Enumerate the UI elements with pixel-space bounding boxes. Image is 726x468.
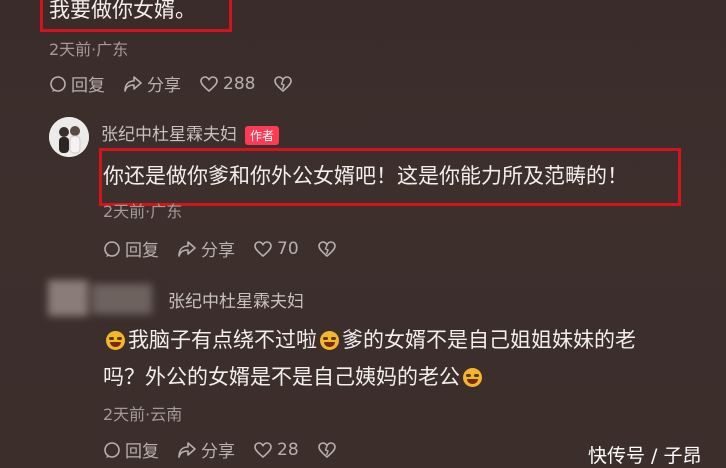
heart-icon	[254, 240, 272, 257]
watermark: 快传号 / 子昂	[588, 445, 702, 467]
like-count: 70	[277, 238, 299, 259]
share-arrow-icon	[178, 441, 196, 458]
comment-1-actions: 回复 分享 288	[49, 71, 315, 96]
reply-button[interactable]: 回复	[103, 236, 159, 261]
comment-2-actions: 回复 分享 70	[103, 236, 359, 261]
reply-bubble-icon	[50, 75, 66, 92]
reply-bubble-icon	[104, 240, 120, 257]
dislike-button[interactable]	[317, 240, 341, 258]
author-avatar[interactable]	[49, 117, 89, 157]
comment-3-actions: 回复 分享 28	[103, 437, 359, 462]
share-label: 分享	[147, 76, 181, 96]
comment-3-line2: 吗？外公的女婿是不是自己姨妈的老公	[103, 365, 460, 389]
comment-3-author[interactable]: 张纪中杜星霖夫妇	[168, 287, 304, 312]
author-name-text: 张纪中杜星霖夫妇	[101, 125, 237, 145]
heart-icon	[254, 441, 272, 458]
heart-icon	[200, 75, 218, 92]
share-arrow-icon	[178, 240, 196, 257]
reply-label: 回复	[71, 76, 105, 96]
comment-2-meta: 2天前·广东	[103, 202, 183, 221]
share-button[interactable]: 分享	[177, 437, 235, 462]
dislike-button[interactable]	[273, 75, 297, 93]
like-count: 28	[277, 439, 299, 460]
share-label: 分享	[201, 442, 235, 462]
reply-bubble-icon	[104, 441, 120, 458]
comment-2-author[interactable]: 张纪中杜星霖夫妇 作者	[101, 120, 280, 145]
broken-heart-icon	[317, 441, 336, 458]
broken-heart-icon	[274, 75, 293, 92]
like-count: 288	[223, 73, 256, 94]
reply-button[interactable]: 回复	[103, 437, 159, 462]
dislike-button[interactable]	[317, 441, 341, 459]
highlight-box-1	[40, 0, 232, 32]
like-button[interactable]: 28	[253, 440, 299, 460]
share-arrow-icon	[124, 75, 142, 92]
share-label: 分享	[201, 241, 235, 261]
author-badge: 作者	[245, 125, 280, 145]
reply-label: 回复	[125, 241, 159, 261]
crying-laughing-emoji	[463, 368, 482, 387]
broken-heart-icon	[317, 240, 336, 257]
share-button[interactable]: 分享	[123, 71, 181, 96]
like-button[interactable]: 70	[253, 239, 299, 259]
blurred-avatar[interactable]	[48, 276, 154, 320]
reply-button[interactable]: 回复	[49, 71, 105, 96]
crying-laughing-emoji	[106, 331, 125, 350]
reply-label: 回复	[125, 442, 159, 462]
comment-3-part-b: 爹的女婿不是自己姐姐妹妹的老	[342, 328, 636, 352]
comment-3-meta: 2天前·云南	[103, 405, 183, 424]
comment-3-text-line2: 吗？外公的女婿是不是自己姨妈的老公	[103, 361, 485, 391]
crying-laughing-emoji	[320, 331, 339, 350]
comment-1-meta: 2天前·广东	[49, 40, 129, 59]
highlight-box-2	[99, 148, 681, 206]
comment-3-part-a: 我脑子有点绕不过啦	[128, 328, 317, 352]
share-button[interactable]: 分享	[177, 236, 235, 261]
like-button[interactable]: 288	[199, 74, 255, 94]
avatar-photo-icon	[49, 117, 89, 157]
comment-3-text-line1: 我脑子有点绕不过啦 爹的女婿不是自己姐姐妹妹的老	[103, 324, 636, 354]
